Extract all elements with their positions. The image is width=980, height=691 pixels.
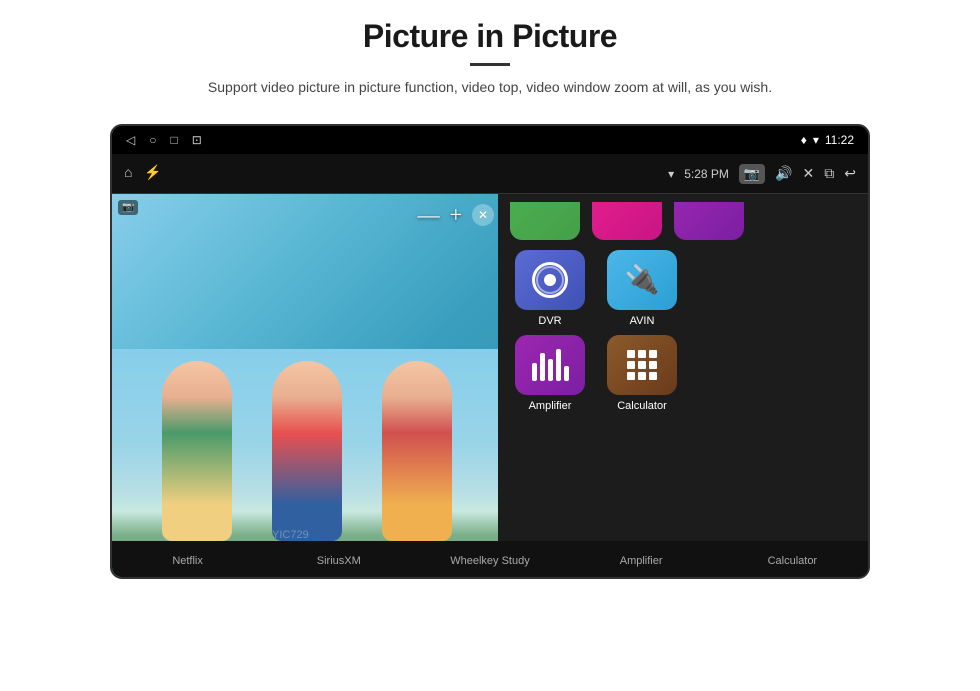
android-status-bar: ◁ ○ □ ⊡ ♦ ▾ 11:22 (112, 126, 868, 154)
home-icon[interactable]: ⌂ (124, 166, 132, 182)
amp-bar-1 (532, 363, 537, 381)
bottom-label-netflix: Netflix (138, 555, 238, 567)
amp-bar-3 (548, 359, 553, 381)
title-section: Picture in Picture Support video picture… (208, 18, 772, 98)
calc-key-3 (649, 350, 657, 358)
calc-key-7 (627, 372, 635, 380)
people-silhouette (142, 341, 472, 541)
dvr-icon (515, 250, 585, 310)
netflix-partial-icon (510, 202, 580, 240)
bottom-label-siriusxm: SiriusXM (289, 555, 389, 567)
status-bar-right: ♦ ▾ 11:22 (801, 133, 854, 147)
dvr-symbol (532, 262, 568, 298)
calculator-app[interactable]: Calculator (602, 335, 682, 412)
camera-button[interactable]: 📷 (739, 164, 765, 184)
avin-label: AVIN (630, 315, 655, 327)
calc-key-9 (649, 372, 657, 380)
calc-key-5 (638, 361, 646, 369)
pip-video-content (112, 194, 502, 579)
toolbar-left: ⌂ ⚡ (124, 165, 162, 182)
window-icon[interactable]: ⧉ (824, 165, 834, 182)
partial-app-row (510, 202, 856, 240)
avin-icon: 🔌 (607, 250, 677, 310)
calc-key-4 (627, 361, 635, 369)
calc-key-6 (649, 361, 657, 369)
amp-bar-5 (564, 366, 569, 381)
avin-app[interactable]: 🔌 AVIN (602, 250, 682, 327)
amp-bar-2 (540, 353, 545, 381)
amp-bar-4 (556, 349, 561, 381)
screenshot-icon[interactable]: ⊡ (192, 133, 202, 148)
calc-key-8 (638, 372, 646, 380)
pip-video[interactable]: 📷 — + ✕ ⏮ ⏪ ⏩ ⏭ YIC729 (112, 194, 502, 579)
person-1 (162, 361, 232, 541)
amplifier-icon (515, 335, 585, 395)
location-icon: ♦ (801, 133, 807, 147)
wifi-icon: ▾ (813, 133, 819, 147)
back-nav-icon[interactable]: ◁ (126, 133, 135, 148)
usb-icon[interactable]: ⚡ (144, 165, 161, 182)
close-icon[interactable]: ✕ (803, 165, 815, 182)
calculator-symbol (623, 346, 661, 384)
toolbar-right: ▾ 5:28 PM 📷 🔊 ✕ ⧉ ↩ (668, 164, 856, 184)
recents-nav-icon[interactable]: □ (170, 133, 177, 148)
app-row-1: DVR 🔌 AVIN (510, 250, 856, 327)
person-2 (272, 361, 342, 541)
page-title: Picture in Picture (208, 18, 772, 55)
bottom-label-amplifier: Amplifier (591, 555, 691, 567)
toolbar-time: 5:28 PM (684, 167, 729, 181)
status-time: 11:22 (825, 133, 854, 147)
amplifier-symbol (532, 349, 569, 381)
page-wrapper: Picture in Picture Support video picture… (0, 0, 980, 691)
app-row-2: Amplifier (510, 335, 856, 412)
calc-key-1 (627, 350, 635, 358)
dvr-label: DVR (538, 315, 561, 327)
siriusxm-partial-icon (592, 202, 662, 240)
back-icon[interactable]: ↩ (844, 165, 856, 182)
volume-icon[interactable]: 🔊 (775, 165, 792, 182)
calculator-icon (607, 335, 677, 395)
bottom-labels: Netflix SiriusXM Wheelkey Study Amplifie… (112, 541, 868, 579)
home-nav-icon[interactable]: ○ (149, 133, 156, 148)
bottom-label-wheelkey: Wheelkey Study (440, 555, 540, 567)
person-3 (382, 361, 452, 541)
calculator-label: Calculator (617, 400, 667, 412)
bottom-label-calculator: Calculator (742, 555, 842, 567)
status-bar-left: ◁ ○ □ ⊡ (126, 133, 202, 148)
dvr-ring (536, 266, 564, 294)
amplifier-app[interactable]: Amplifier (510, 335, 590, 412)
avin-symbol: 🔌 (625, 263, 660, 297)
page-subtitle: Support video picture in picture functio… (208, 76, 772, 98)
app-grid-area: DVR 🔌 AVIN (498, 194, 868, 579)
content-area: 📷 — + ✕ ⏮ ⏪ ⏩ ⏭ YIC729 (112, 194, 868, 579)
dvr-app[interactable]: DVR (510, 250, 590, 327)
wifi-toolbar-icon: ▾ (668, 167, 674, 181)
calc-key-2 (638, 350, 646, 358)
wheelkey-partial-icon (674, 202, 744, 240)
title-divider (470, 63, 510, 66)
car-toolbar: ⌂ ⚡ ▾ 5:28 PM 📷 🔊 ✕ ⧉ ↩ (112, 154, 868, 194)
device-frame: ◁ ○ □ ⊡ ♦ ▾ 11:22 ⌂ ⚡ ▾ 5:28 PM 📷 🔊 (110, 124, 870, 579)
amplifier-label: Amplifier (529, 400, 572, 412)
